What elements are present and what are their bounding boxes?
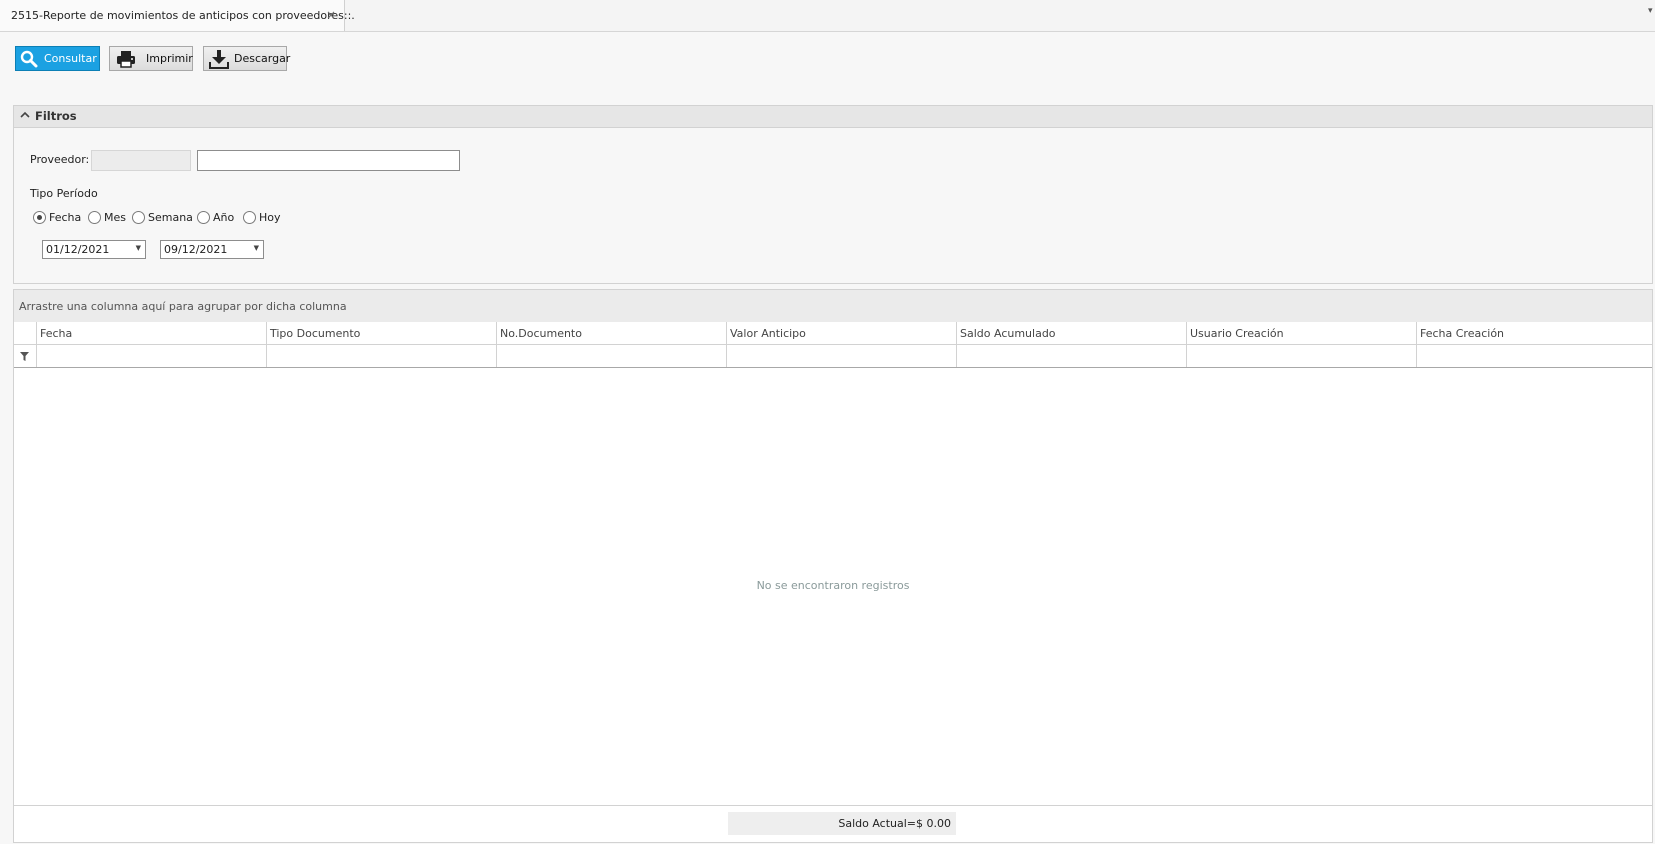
proveedor-name-field[interactable]: [197, 150, 460, 171]
column-header-valor-anticipo[interactable]: Valor Anticipo: [726, 322, 956, 344]
radio-anio-label: Año: [213, 211, 235, 224]
results-grid: Arrastre una columna aquí para agrupar p…: [13, 289, 1653, 843]
column-header-saldo-acumulado[interactable]: Saldo Acumulado: [956, 322, 1186, 344]
radio-semana-circle[interactable]: [132, 211, 145, 224]
radio-fecha-label: Fecha: [49, 211, 82, 224]
radio-mes[interactable]: Mes: [88, 211, 126, 224]
column-header-usuario-creacion[interactable]: Usuario Creación: [1186, 322, 1416, 344]
radio-anio[interactable]: Año: [197, 211, 234, 224]
consultar-label: Consultar: [44, 52, 97, 65]
close-icon[interactable]: ×: [326, 8, 336, 22]
radio-hoy-circle[interactable]: [243, 211, 256, 224]
radio-hoy-label: Hoy: [259, 211, 281, 224]
chevron-down-icon[interactable]: ▼: [254, 244, 259, 252]
radio-hoy[interactable]: Hoy: [243, 211, 281, 224]
date-from-value: 01/12/2021: [46, 243, 110, 256]
radio-semana-label: Semana: [148, 211, 193, 224]
summary-cell: Saldo Actual=$ 0.00: [728, 812, 956, 835]
column-header-label: No.Documento: [500, 327, 582, 340]
tipo-periodo-label: Tipo Período: [30, 187, 98, 200]
radio-semana[interactable]: Semana: [132, 211, 193, 224]
tab-bar: 2515-Reporte de movimientos de anticipos…: [0, 0, 1655, 32]
filter-cell-saldo-acumulado[interactable]: [956, 345, 1186, 367]
row-indicator-header: [14, 322, 36, 344]
column-header-label: Usuario Creación: [1190, 327, 1284, 340]
filter-cell-usuario-creacion[interactable]: [1186, 345, 1416, 367]
column-header-tipo-documento[interactable]: Tipo Documento: [266, 322, 496, 344]
column-header-label: Valor Anticipo: [730, 327, 806, 340]
date-from-picker[interactable]: 01/12/2021 ▼: [42, 240, 146, 259]
filter-cell-fecha[interactable]: [36, 345, 266, 367]
grid-footer: Saldo Actual=$ 0.00: [14, 805, 1652, 842]
imprimir-label: Imprimir: [146, 52, 193, 65]
column-header-label: Fecha: [40, 327, 73, 340]
filter-row-indicator: [14, 345, 36, 367]
date-to-value: 09/12/2021: [164, 243, 228, 256]
filter-cell-fecha-creacion[interactable]: [1416, 345, 1652, 367]
filter-cell-tipo-documento[interactable]: [266, 345, 496, 367]
chevron-down-icon[interactable]: ▼: [136, 244, 141, 252]
printer-icon: [116, 50, 136, 68]
imprimir-button[interactable]: Imprimir: [109, 46, 193, 71]
proveedor-code-field: [91, 150, 191, 171]
tab-title: 2515-Reporte de movimientos de anticipos…: [11, 9, 355, 22]
descargar-button[interactable]: Descargar: [203, 46, 291, 71]
radio-mes-label: Mes: [104, 211, 126, 224]
filter-cell-no-documento[interactable]: [496, 345, 726, 367]
column-headers: Fecha Tipo Documento No.Documento Valor …: [14, 322, 1652, 345]
download-icon: [209, 49, 229, 69]
tab-overflow-icon[interactable]: ▾: [1648, 6, 1653, 16]
column-header-label: Tipo Documento: [270, 327, 361, 340]
filter-icon: [20, 351, 29, 364]
descargar-label: Descargar: [234, 52, 291, 65]
group-panel[interactable]: Arrastre una columna aquí para agrupar p…: [14, 290, 1652, 323]
consultar-button[interactable]: Consultar: [15, 46, 100, 71]
column-header-label: Saldo Acumulado: [960, 327, 1056, 340]
auto-filter-row: [14, 345, 1652, 368]
radio-fecha-circle[interactable]: [33, 211, 46, 224]
saldo-actual-summary: Saldo Actual=$ 0.00: [838, 817, 951, 830]
column-header-fecha-creacion[interactable]: Fecha Creación: [1416, 322, 1652, 344]
filters-title: Filtros: [35, 109, 77, 123]
column-header-fecha[interactable]: Fecha: [36, 322, 266, 344]
filter-cell-valor-anticipo[interactable]: [726, 345, 956, 367]
group-panel-text: Arrastre una columna aquí para agrupar p…: [19, 300, 347, 313]
filters-header[interactable]: Filtros: [14, 106, 1652, 128]
empty-message: No se encontraron registros: [756, 579, 910, 592]
column-header-no-documento[interactable]: No.Documento: [496, 322, 726, 344]
radio-fecha[interactable]: Fecha: [33, 211, 81, 224]
search-icon: [20, 50, 38, 68]
proveedor-label: Proveedor:: [30, 153, 90, 166]
radio-mes-circle[interactable]: [88, 211, 101, 224]
tab-report[interactable]: 2515-Reporte de movimientos de anticipos…: [0, 0, 355, 31]
chevron-up-icon[interactable]: [20, 110, 30, 123]
radio-anio-circle[interactable]: [197, 211, 210, 224]
column-header-label: Fecha Creación: [1420, 327, 1505, 340]
date-to-picker[interactable]: 09/12/2021 ▼: [160, 240, 264, 259]
